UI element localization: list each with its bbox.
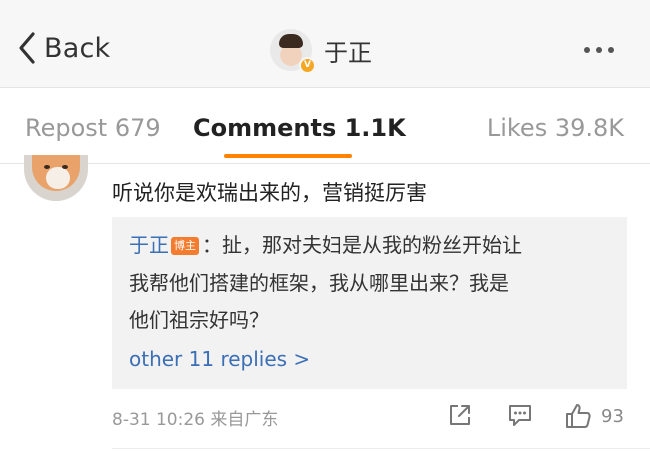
more-dot-icon: [584, 47, 590, 53]
blogger-badge: 博主: [171, 237, 199, 255]
avatar-hair: [279, 34, 303, 48]
like-button[interactable]: 93: [563, 401, 624, 431]
profile-name[interactable]: 于正: [324, 33, 372, 68]
more-dot-icon: [608, 47, 614, 53]
cat-eye: [62, 165, 68, 169]
active-tab-indicator: [224, 154, 352, 158]
more-dot-icon: [596, 47, 602, 53]
comment-icon: [509, 405, 531, 426]
commenter-avatar[interactable]: [24, 155, 88, 201]
comment-timestamp: 8-31 10:26: [112, 410, 205, 430]
back-button[interactable]: Back: [18, 28, 110, 68]
tab-comments[interactable]: Comments 1.1K: [193, 114, 406, 142]
comment-item: 听说你是欢瑞出来的，营销挺厉害 于正 博主 ：扯，那对夫妇是从我的粉丝开始让 我帮他…: [0, 155, 650, 451]
tab-bar: Repost 679 Comments 1.1K Likes 39.8K: [0, 88, 650, 164]
more-replies-link[interactable]: other 11 replies >: [129, 347, 310, 371]
thumbs-up-icon: [566, 404, 591, 428]
profile-header[interactable]: V 于正: [270, 28, 372, 74]
more-button[interactable]: [584, 40, 614, 60]
top-navigation-bar: Back V 于正: [0, 0, 650, 88]
verified-badge: V: [299, 57, 316, 74]
reply-author[interactable]: 于正: [129, 233, 169, 257]
reply-box[interactable]: 于正 博主 ：扯，那对夫妇是从我的粉丝开始让 我帮他们搭建的框架，我从哪里出来？我是…: [112, 217, 627, 389]
cat-eye: [44, 165, 50, 169]
back-label: Back: [44, 32, 111, 64]
share-icon: [450, 405, 470, 425]
reply-line: 我帮他们搭建的框架，我从哪里出来？我是: [129, 271, 509, 295]
tab-reposts[interactable]: Repost 679: [25, 114, 161, 142]
chevron-left-icon: [19, 32, 35, 64]
reply-button[interactable]: [506, 401, 534, 429]
avatar[interactable]: V: [270, 29, 316, 74]
comment-meta: 8-31 10:26 来自广东: [112, 405, 278, 430]
divider: [112, 448, 650, 449]
like-count: 93: [601, 405, 624, 427]
tab-likes[interactable]: Likes 39.8K: [487, 114, 624, 142]
reply-line: 他们祖宗好吗？: [129, 308, 269, 332]
comment-text: 听说你是欢瑞出来的，营销挺厉害: [112, 181, 427, 205]
cat-muzzle: [46, 167, 70, 189]
reply-text: ：扯，那对夫妇是从我的粉丝开始让: [202, 233, 522, 257]
reply-line: 于正 博主 ：扯，那对夫妇是从我的粉丝开始让: [129, 230, 522, 260]
comment-source: 来自广东: [210, 410, 279, 430]
share-button[interactable]: [446, 401, 474, 429]
